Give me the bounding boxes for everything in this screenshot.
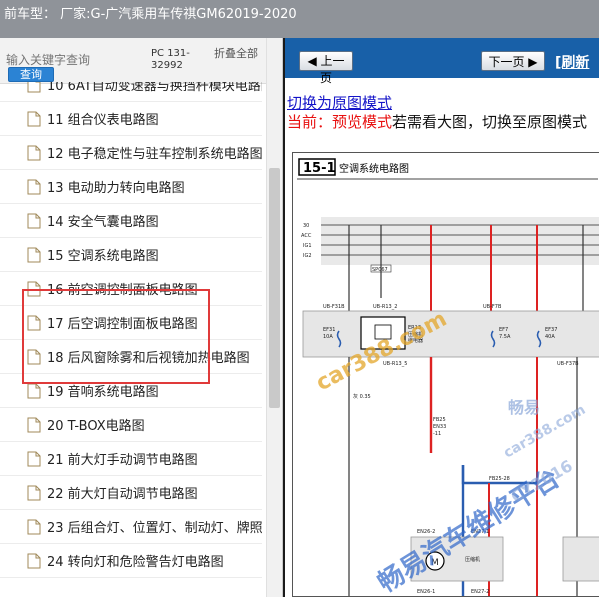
document-icon <box>27 145 41 160</box>
scrollbar[interactable] <box>266 38 282 597</box>
scrollbar-thumb[interactable] <box>269 168 280 408</box>
fuse-ef31-rating: 10A <box>323 334 333 340</box>
list-item-label: 15 空调系统电路图 <box>47 249 159 264</box>
component-box <box>562 536 599 582</box>
switch-original-mode-link[interactable]: 切换为原图模式 <box>287 92 392 113</box>
connector-label: -11 <box>433 431 441 437</box>
next-page-label: 下一页 <box>488 54 525 69</box>
document-icon <box>27 553 41 568</box>
document-icon <box>27 247 41 262</box>
pin-label: UB-F31B <box>323 304 345 310</box>
next-arrow-icon: ▶ <box>528 54 538 69</box>
document-icon <box>27 82 41 92</box>
pin-label: UB-R13_2 <box>373 304 397 310</box>
document-icon <box>27 179 41 194</box>
list-item[interactable]: 16 前空调控制面板电路图 <box>0 272 262 306</box>
prev-page-button[interactable]: ◀ 上一页 <box>299 51 353 85</box>
pc-code: PC 131-32992 <box>151 48 190 71</box>
mode-status: 当前：预览模式若需看大图，切换至原图模式 <box>287 111 587 132</box>
app-window: 前车型： 厂家:G-广汽乘用车传祺GM62019-2020 查询 PC 131-… <box>0 0 599 597</box>
list-item-label: 10 6AT自动变速器与换挡杆模块电路图 <box>47 82 262 94</box>
list-item[interactable]: 19 音响系统电路图 <box>0 374 262 408</box>
list-item-label: 17 后空调控制面板电路图 <box>47 317 198 332</box>
connector-label: FB25 <box>433 417 446 423</box>
title-bar: 前车型： 厂家:G-广汽乘用车传祺GM62019-2020 <box>0 0 599 38</box>
diagram-viewer: ◀ 上一页 下一页 ▶ [刷新 切换为原图模式 当前：预览模式若需看大图，切换至… <box>283 38 599 597</box>
list-item[interactable]: 21 前大灯手动调节电路图 <box>0 442 262 476</box>
pin-label: UB-F7B <box>483 304 502 310</box>
list-item[interactable]: 24 转向灯和危险警告灯电路图 <box>0 544 262 578</box>
list-item-label: 20 T-BOX电路图 <box>47 419 145 434</box>
list-item-label: 13 电动助力转向电路图 <box>47 181 185 196</box>
document-icon <box>27 349 41 364</box>
rail-label-ig2: IG2 <box>303 253 312 259</box>
list-item[interactable]: 15 空调系统电路图 <box>0 238 262 272</box>
list-item[interactable]: 10 6AT自动变速器与换挡杆模块电路图 <box>0 82 262 102</box>
prev-arrow-icon: ◀ <box>307 54 317 68</box>
fuse-ef7-rating: 7.5A <box>499 334 511 340</box>
list-item-label: 14 安全气囊电路图 <box>47 215 159 230</box>
fuse-ef37-rating: 40A <box>545 334 555 340</box>
connector-label: EN33 <box>433 424 446 430</box>
document-icon <box>27 519 41 534</box>
document-icon <box>27 111 41 126</box>
search-bar: 查询 PC 131-32992 折叠全部 ▲ <box>0 38 282 84</box>
list-item[interactable]: 12 电子稳定性与驻车控制系统电路图 <box>0 136 262 170</box>
connector-label: EN26-1 <box>417 589 435 595</box>
list-item-label: 18 后风窗除雾和后视镜加热电路图 <box>47 351 250 366</box>
connector-label: FB25-28 <box>489 476 510 482</box>
connector-label: EN26-2 <box>417 529 435 535</box>
fuse-ef31-label: EF31 <box>323 327 335 333</box>
list-item[interactable]: 23 后组合灯、位置灯、制动灯、牌照灯 <box>0 510 262 544</box>
document-icon <box>27 485 41 500</box>
fuse-ef7-label: EF7 <box>499 327 508 333</box>
document-icon <box>27 281 41 296</box>
list-item[interactable]: 14 安全气囊电路图 <box>0 204 262 238</box>
document-icon <box>27 213 41 228</box>
prev-page-label: 上一页 <box>319 54 345 85</box>
refresh-link[interactable]: [刷新 <box>555 52 589 72</box>
collapse-all-link[interactable]: 折叠全部 <box>214 48 260 60</box>
list-item-label: 16 前空调控制面板电路图 <box>47 283 198 298</box>
list-item-label: 12 电子稳定性与驻车控制系统电路图 <box>47 147 262 162</box>
wiring-diagram-svg: 15-1 空调系统电路图 30 ACC IG1 IG2 SP067 EF31 1… <box>297 158 599 596</box>
list-item-label: 22 前大灯自动调节电路图 <box>47 487 198 502</box>
rail-label-30: 30 <box>303 223 309 229</box>
mode-status-hint: 若需看大图，切换至原图模式 <box>392 113 588 131</box>
document-icon <box>27 451 41 466</box>
section-title: 空调系统电路图 <box>339 162 409 175</box>
compressor-label: 压缩机 <box>465 556 480 563</box>
next-page-button[interactable]: 下一页 ▶ <box>481 51 545 71</box>
list-item[interactable]: 13 电动助力转向电路图 <box>0 170 262 204</box>
list-item[interactable]: 20 T-BOX电路图 <box>0 408 262 442</box>
list-item-label: 21 前大灯手动调节电路图 <box>47 453 198 468</box>
list-item-label: 19 音响系统电路图 <box>47 385 159 400</box>
power-rail-band <box>321 217 599 265</box>
document-icon <box>27 315 41 330</box>
rail-label-ig1: IG1 <box>303 243 312 249</box>
watermark: 畅易 <box>508 398 540 417</box>
section-number: 15-1 <box>303 161 336 176</box>
wiring-diagram[interactable]: 15-1 空调系统电路图 30 ACC IG1 IG2 SP067 EF31 1… <box>292 152 599 597</box>
list-item-label: 11 组合仪表电路图 <box>47 113 159 128</box>
list-item-label: 23 后组合灯、位置灯、制动灯、牌照灯 <box>47 521 262 536</box>
list-item[interactable]: 11 组合仪表电路图 <box>0 102 262 136</box>
list-item[interactable]: 17 后空调控制面板电路图 <box>0 306 262 340</box>
connector-label: EN27-2 <box>471 589 489 595</box>
viewer-toolbar: ◀ 上一页 下一页 ▶ [刷新 <box>285 38 599 85</box>
fuse-ef37-label: EF37 <box>545 327 557 333</box>
wire-label: 灰 0.35 <box>353 393 371 400</box>
mode-status-current: 当前：预览模式 <box>287 113 393 131</box>
list-item-label: 24 转向灯和危险警告灯电路图 <box>47 555 224 570</box>
catalog-pane: 查询 PC 131-32992 折叠全部 ▲ 10 6AT自动变速器与换挡杆模块… <box>0 38 283 597</box>
document-icon <box>27 417 41 432</box>
search-button[interactable]: 查询 <box>8 67 54 82</box>
list-item[interactable]: 18 后风窗除雾和后视镜加热电路图 <box>0 340 262 374</box>
document-icon <box>27 383 41 398</box>
list-item[interactable]: 22 前大灯自动调节电路图 <box>0 476 262 510</box>
catalog-list: 10 6AT自动变速器与换挡杆模块电路图 11 组合仪表电路图 12 电子稳定性… <box>0 82 266 597</box>
rail-label-acc: ACC <box>301 233 312 239</box>
pin-label: UB-F37B <box>557 361 579 367</box>
